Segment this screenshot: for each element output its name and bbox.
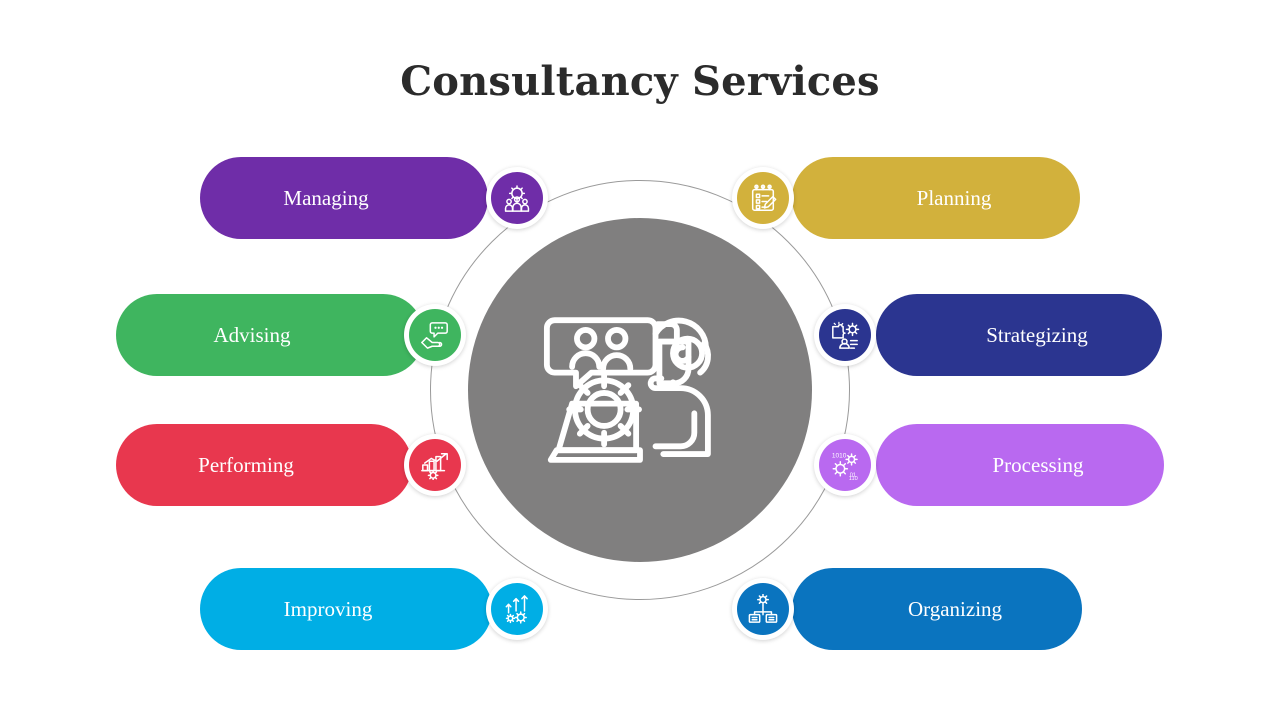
up-arrows-gears-icon bbox=[502, 594, 532, 624]
pill-label-improving: Improving bbox=[283, 596, 373, 621]
gear-people-icon bbox=[502, 183, 532, 213]
pill-planning[interactable]: Planning bbox=[792, 157, 1080, 239]
badge-improving[interactable] bbox=[486, 578, 548, 640]
pill-strategizing[interactable]: Strategizing bbox=[876, 294, 1162, 376]
hand-speech-bubble-icon bbox=[420, 320, 450, 350]
consultant-headset-laptop-gear-icon bbox=[543, 295, 737, 489]
pill-advising[interactable]: Advising bbox=[116, 294, 424, 376]
gears-binary-icon: 1010 01 110 bbox=[830, 450, 860, 480]
page-title: Consultancy Services bbox=[400, 58, 880, 105]
pill-label-performing: Performing bbox=[198, 452, 294, 477]
svg-text:1010: 1010 bbox=[832, 453, 847, 460]
pill-performing[interactable]: Performing bbox=[116, 424, 412, 506]
badge-processing[interactable]: 1010 01 110 bbox=[814, 434, 876, 496]
pill-managing[interactable]: Managing bbox=[200, 157, 488, 239]
pill-organizing[interactable]: Organizing bbox=[792, 568, 1082, 650]
consultancy-services-slide: Consultancy Services Managing Planning A… bbox=[0, 0, 1280, 720]
badge-performing[interactable] bbox=[404, 434, 466, 496]
pill-label-advising: Advising bbox=[213, 322, 291, 347]
pill-label-organizing: Organizing bbox=[907, 596, 1003, 621]
badge-organizing[interactable] bbox=[732, 578, 794, 640]
badge-planning[interactable] bbox=[732, 167, 794, 229]
badge-advising[interactable] bbox=[404, 304, 466, 366]
badge-managing[interactable] bbox=[486, 167, 548, 229]
pill-label-processing: Processing bbox=[992, 452, 1084, 477]
pill-label-planning: Planning bbox=[916, 185, 992, 210]
bar-chart-arrow-gear-icon bbox=[420, 450, 450, 480]
badge-strategizing[interactable] bbox=[814, 304, 876, 366]
pill-processing[interactable]: Processing bbox=[876, 424, 1164, 506]
svg-text:110: 110 bbox=[849, 476, 858, 480]
clipboard-checklist-pencil-icon bbox=[748, 183, 778, 213]
pill-label-managing: Managing bbox=[283, 185, 369, 210]
pill-improving[interactable]: Improving bbox=[200, 568, 492, 650]
puzzle-gear-person-icon bbox=[830, 320, 860, 350]
gear-org-chart-icon bbox=[748, 594, 778, 624]
pill-label-strategizing: Strategizing bbox=[986, 322, 1088, 347]
